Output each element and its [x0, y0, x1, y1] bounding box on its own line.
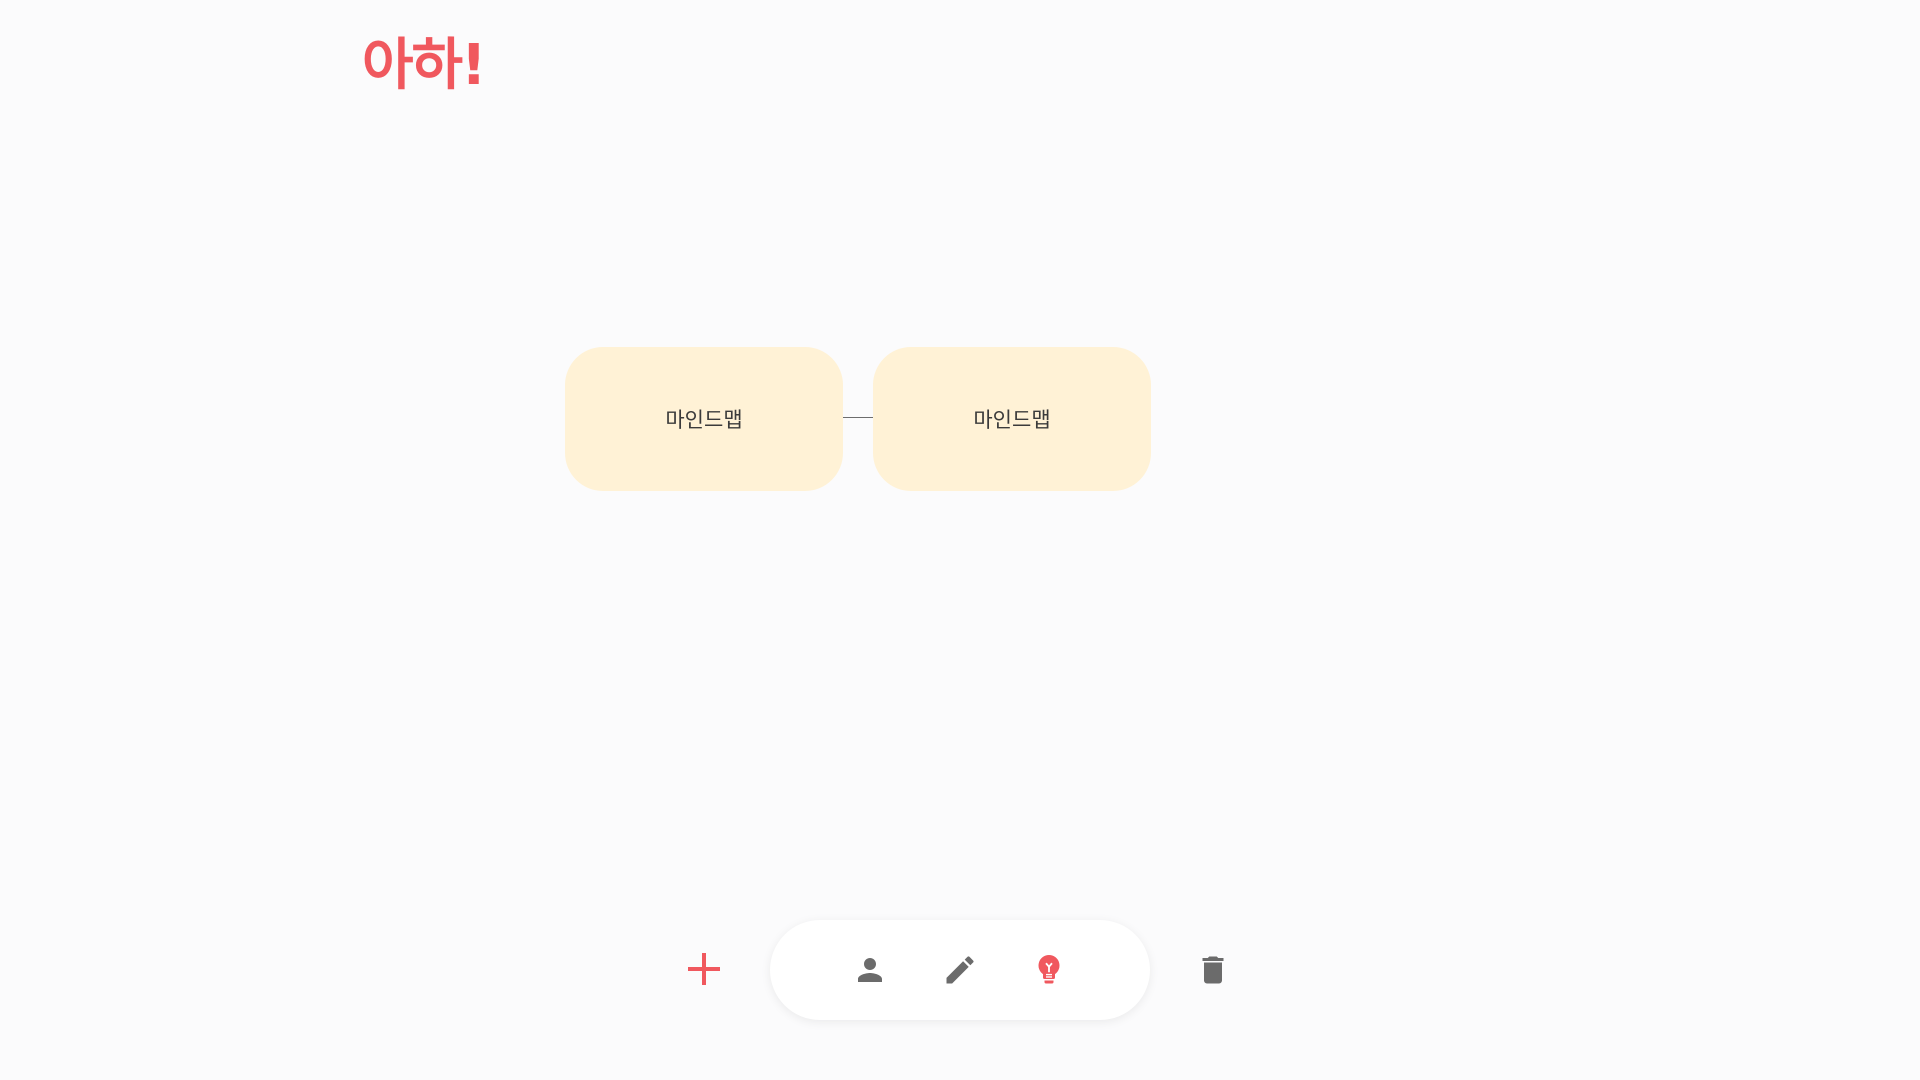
delete-button[interactable] [1191, 948, 1235, 992]
idea-mode-button[interactable] [1027, 948, 1071, 992]
mindmap-node[interactable]: 마인드맵 [873, 347, 1151, 491]
pencil-icon [946, 956, 974, 984]
person-icon [858, 958, 882, 982]
node-label: 마인드맵 [973, 408, 1051, 432]
mindmap-node[interactable]: 마인드맵 [565, 347, 843, 491]
edit-mode-button[interactable] [938, 948, 982, 992]
node-label: 마인드맵 [665, 408, 743, 432]
person-mode-button[interactable] [848, 948, 892, 992]
lightbulb-icon [1038, 955, 1060, 984]
trash-icon [1202, 956, 1224, 984]
add-node-button[interactable] [681, 946, 727, 992]
mindmap-canvas[interactable]: 마인드맵 마인드맵 [0, 0, 1920, 1080]
plus-icon [688, 953, 720, 985]
node-connector [843, 417, 874, 418]
